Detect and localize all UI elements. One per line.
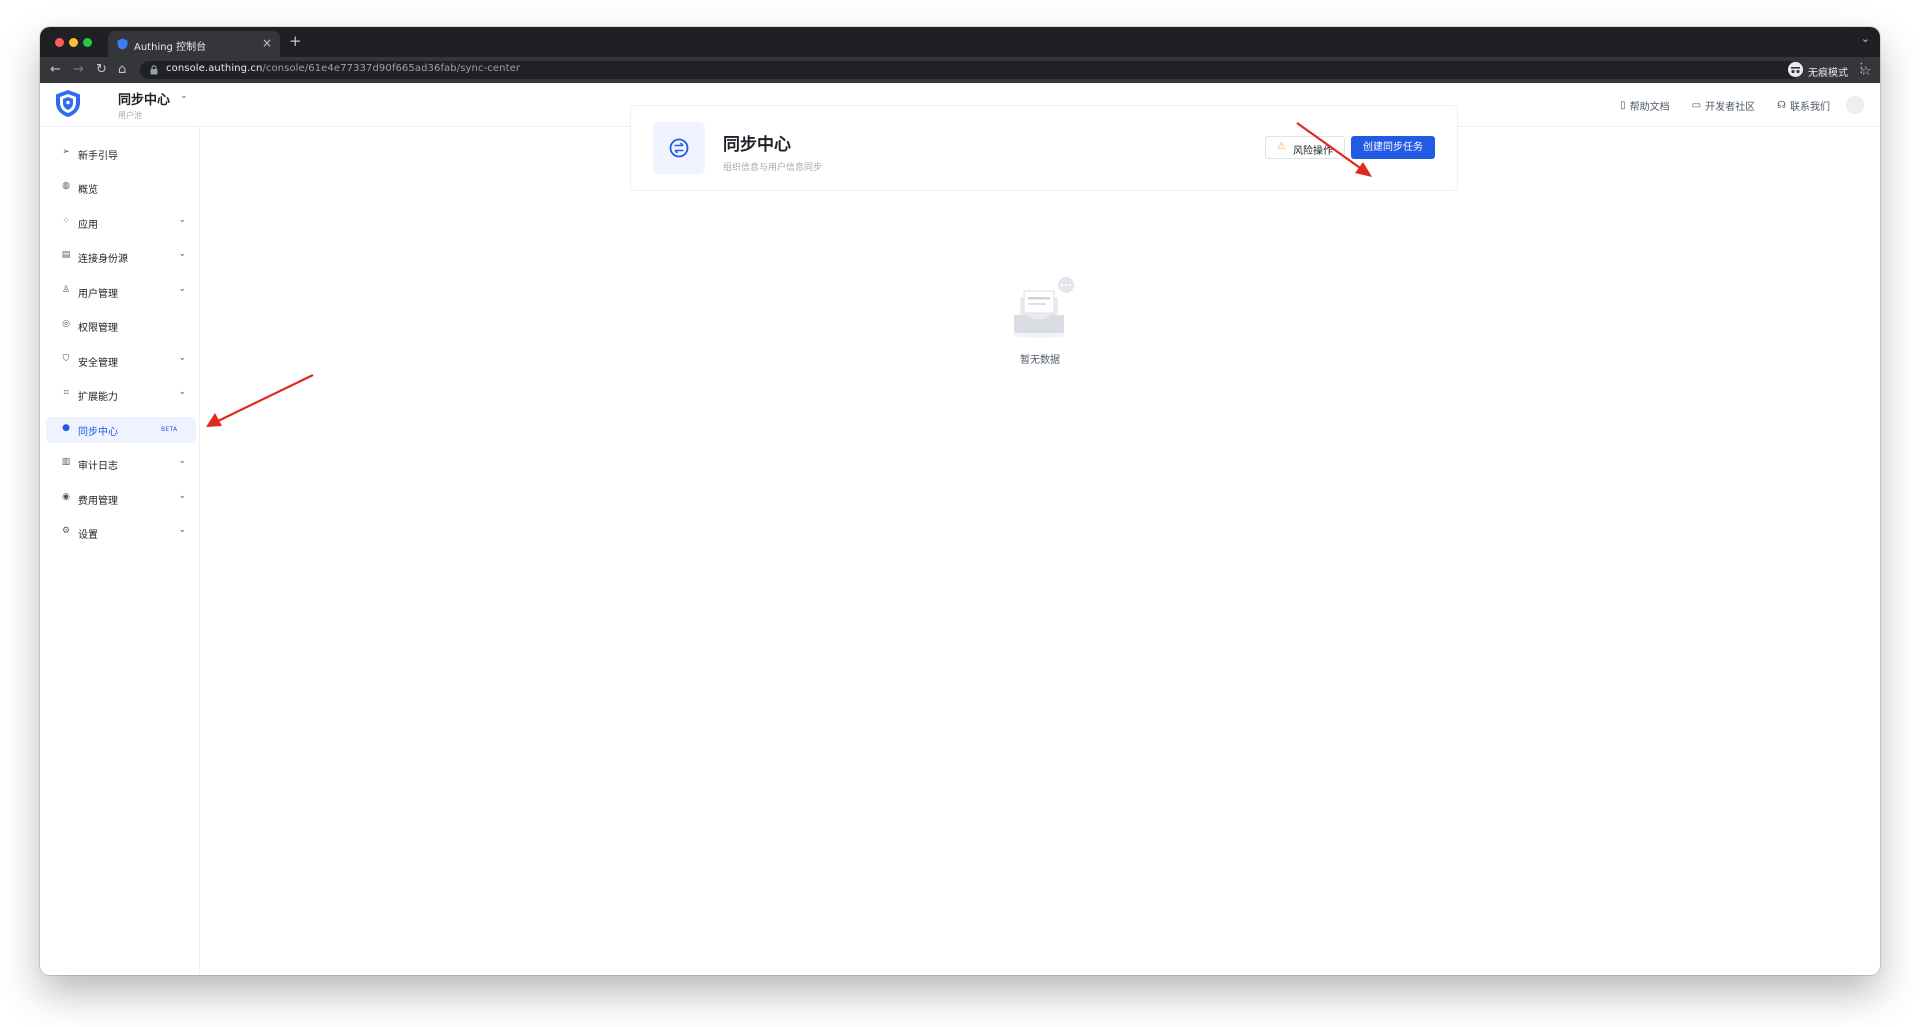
url-host: console.authing.cn bbox=[166, 63, 263, 74]
sidebar-item-label: 同步中心 bbox=[78, 427, 118, 438]
forward-arrow-icon[interactable]: → bbox=[73, 60, 84, 80]
avatar[interactable] bbox=[1846, 96, 1864, 114]
browser-menu-icon[interactable]: ⋮ bbox=[1855, 61, 1868, 76]
browser-toolbar: ← → ↻ ⌂ console.authing.cn/console/61e4e… bbox=[40, 57, 1880, 83]
help-docs-link[interactable]: ▯ 帮助文档 bbox=[1620, 98, 1670, 113]
sidebar-item-label: 安全管理 bbox=[78, 358, 118, 369]
sidebar-item-label: 概览 bbox=[78, 185, 98, 196]
sidebar-item-label: 应用 bbox=[78, 220, 98, 231]
chevron-down-icon: ⌄ bbox=[178, 215, 186, 225]
risk-operation-label: 风险操作 bbox=[1293, 146, 1333, 157]
browser-tab[interactable]: Authing 控制台 × bbox=[108, 31, 280, 57]
incognito-label: 无痕模式 bbox=[1808, 68, 1848, 79]
maximize-window-button[interactable] bbox=[83, 38, 92, 47]
chevron-down-icon: ⌄ bbox=[178, 491, 186, 501]
header-links: ▯ 帮助文档 ▭ 开发者社区 ☊ 联系我们 bbox=[1620, 98, 1830, 113]
url-path: /console/61e4e77337d90f665ad36fab/sync-c… bbox=[262, 63, 521, 74]
dashboard-icon: ◍ bbox=[62, 181, 70, 191]
tab-strip: Authing 控制台 × + ⌄ bbox=[40, 27, 1880, 57]
sidebar-item-permissions[interactable]: ◎ 权限管理 bbox=[46, 313, 196, 339]
tab-search-icon[interactable]: ⌄ bbox=[1861, 32, 1870, 45]
incognito-icon bbox=[1788, 62, 1803, 77]
lock-icon bbox=[150, 65, 158, 75]
sidebar-item-extensions[interactable]: ⌗ 扩展能力 ⌄ bbox=[46, 382, 196, 408]
risk-operation-button[interactable]: ⚠ 风险操作 bbox=[1265, 136, 1345, 159]
contact-us-label: 联系我们 bbox=[1790, 102, 1830, 113]
sidebar-item-billing[interactable]: ◉ 费用管理 ⌄ bbox=[46, 486, 196, 512]
sidebar-item-label: 费用管理 bbox=[78, 496, 118, 507]
headset-icon: ☊ bbox=[1777, 100, 1786, 111]
authing-favicon-icon bbox=[117, 38, 128, 50]
tab-close-icon[interactable]: × bbox=[262, 36, 272, 50]
app-title: 同步中心 bbox=[118, 93, 171, 108]
developer-community-label: 开发者社区 bbox=[1705, 102, 1756, 113]
tab-title: Authing 控制台 bbox=[134, 42, 207, 53]
empty-inbox-icon bbox=[1013, 277, 1074, 338]
apps-icon: ⁘ bbox=[62, 216, 70, 226]
chevron-down-icon: ⌄ bbox=[178, 387, 186, 397]
home-icon[interactable]: ⌂ bbox=[118, 60, 126, 80]
chevron-down-icon: ⌄ bbox=[178, 284, 186, 294]
chevron-down-icon: ⌄ bbox=[178, 456, 186, 466]
sidebar-item-sync-center[interactable]: ● 同步中心 BETA bbox=[46, 417, 196, 443]
developer-community-link[interactable]: ▭ 开发者社区 bbox=[1692, 98, 1755, 113]
sidebar-item-label: 连接身份源 bbox=[78, 254, 128, 265]
chevron-down-icon: ⌄ bbox=[180, 91, 188, 101]
sidebar-item-apps[interactable]: ⁘ 应用 ⌄ bbox=[46, 210, 196, 236]
connection-icon: ▤ bbox=[61, 250, 71, 260]
authing-logo-icon[interactable] bbox=[55, 89, 81, 118]
sidebar-item-label: 扩展能力 bbox=[78, 392, 118, 403]
sidebar-item-label: 权限管理 bbox=[78, 323, 118, 334]
settings-icon: ⚙ bbox=[61, 526, 71, 536]
sidebar-item-settings[interactable]: ⚙ 设置 ⌄ bbox=[46, 520, 196, 546]
chevron-down-icon: ⌄ bbox=[178, 353, 186, 363]
app-subtitle: 用户池 bbox=[118, 111, 142, 120]
sidebar-item-label: 审计日志 bbox=[78, 461, 118, 472]
sidebar-item-label: 新手引导 bbox=[78, 151, 118, 162]
user-icon: ♙ bbox=[61, 285, 71, 295]
url-text: console.authing.cn/console/61e4e77337d90… bbox=[166, 63, 520, 74]
sidebar-item-users[interactable]: ♙ 用户管理 ⌄ bbox=[46, 279, 196, 305]
log-icon: ▥ bbox=[61, 457, 71, 467]
extension-icon: ⌗ bbox=[63, 388, 69, 398]
sync-icon: ● bbox=[62, 423, 70, 433]
chevron-down-icon: ⌄ bbox=[178, 525, 186, 535]
sync-center-icon bbox=[653, 122, 705, 174]
back-arrow-icon[interactable]: ← bbox=[50, 60, 61, 80]
sidebar-item-overview[interactable]: ◍ 概览 bbox=[46, 175, 196, 201]
sidebar-item-identity-sources[interactable]: ▤ 连接身份源 ⌄ bbox=[46, 244, 196, 270]
sidebar-item-label: 用户管理 bbox=[78, 289, 118, 300]
billing-icon: ◉ bbox=[62, 492, 70, 502]
empty-state-text: 暂无数据 bbox=[1020, 355, 1060, 366]
sidebar-item-security[interactable]: ⛉ 安全管理 ⌄ bbox=[46, 348, 196, 374]
book-icon: ▯ bbox=[1620, 100, 1626, 111]
reload-icon[interactable]: ↻ bbox=[96, 60, 107, 80]
chevron-down-icon: ⌄ bbox=[178, 249, 186, 259]
page-title: 同步中心 bbox=[723, 135, 791, 155]
page-header-card: 同步中心 组织信息与用户信息同步 ⚠ 风险操作 创建同步任务 bbox=[630, 105, 1458, 191]
permission-icon: ◎ bbox=[62, 319, 70, 329]
sidebar-item-label: 设置 bbox=[78, 530, 98, 541]
sync-icon bbox=[669, 138, 689, 158]
app-content: 同步中心 用户池 ⌄ ▯ 帮助文档 ▭ 开发者社区 ☊ 联系我们 ➢ 新手引导 ◍ 概… bbox=[40, 83, 1880, 975]
shield-icon: ⛉ bbox=[62, 354, 70, 364]
help-docs-label: 帮助文档 bbox=[1629, 102, 1670, 113]
minimize-window-button[interactable] bbox=[69, 38, 78, 47]
page-description: 组织信息与用户信息同步 bbox=[723, 163, 823, 173]
userpool-switcher[interactable]: 同步中心 用户池 ⌄ bbox=[118, 89, 188, 121]
beta-badge: BETA bbox=[161, 426, 178, 433]
sidebar-item-guide[interactable]: ➢ 新手引导 bbox=[46, 141, 196, 167]
contact-us-link[interactable]: ☊ 联系我们 bbox=[1777, 98, 1830, 113]
create-sync-task-button[interactable]: 创建同步任务 bbox=[1351, 136, 1435, 159]
sidebar-item-audit-logs[interactable]: ▥ 审计日志 ⌄ bbox=[46, 451, 196, 477]
warning-icon: ⚠ bbox=[1277, 141, 1286, 152]
send-icon: ➢ bbox=[62, 147, 70, 157]
sidebar: ➢ 新手引导 ◍ 概览 ⁘ 应用 ⌄ ▤ 连接身份源 ⌄ ♙ 用户管理 ⌄ ◎ … bbox=[40, 127, 200, 975]
chat-icon: ▭ bbox=[1691, 100, 1702, 111]
address-bar[interactable]: console.authing.cn/console/61e4e77337d90… bbox=[140, 61, 1872, 79]
new-tab-button[interactable]: + bbox=[289, 32, 302, 50]
browser-window: Authing 控制台 × + ⌄ ← → ↻ ⌂ console.authin… bbox=[40, 27, 1880, 975]
close-window-button[interactable] bbox=[55, 38, 64, 47]
